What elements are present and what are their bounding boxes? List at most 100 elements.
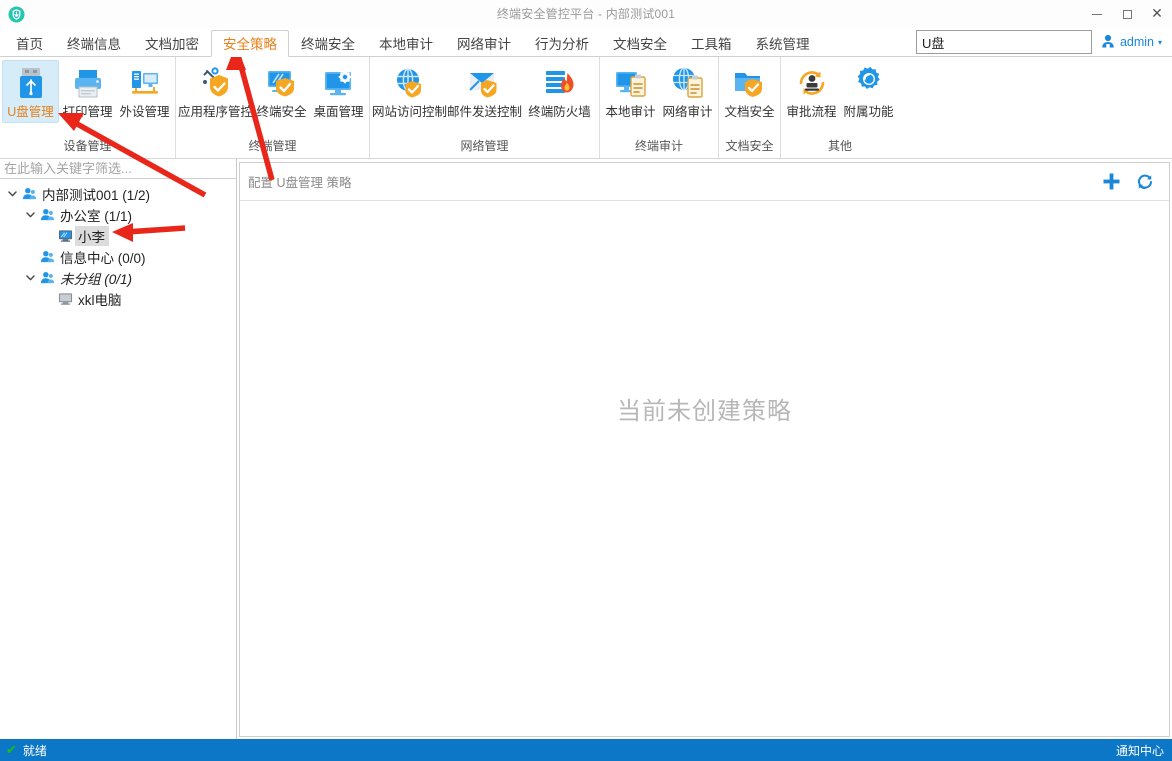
- org-tree-sidebar: 内部测试001 (1/2) 办公室 (1/1)小李信息中心 (0/0) 未分组 (0…: [0, 159, 237, 739]
- tree-node-label: 小李: [75, 225, 109, 246]
- ribbon-button-label: 桌面管理: [313, 105, 364, 119]
- tree-node-label: 内部测试001 (1/2): [42, 187, 151, 203]
- ribbon-button-printer[interactable]: 打印管理: [59, 60, 116, 123]
- website-access-control-icon: [391, 64, 429, 102]
- chevron-down-icon[interactable]: [22, 267, 38, 288]
- ribbon-button-label: 邮件发送控制: [447, 105, 523, 119]
- ribbon-group-label: 文档安全: [725, 139, 774, 154]
- admin-name-label: admin: [1119, 35, 1154, 49]
- menu-tab-3[interactable]: 安全策略: [211, 30, 289, 57]
- peripheral-device-icon: [126, 64, 164, 102]
- app-control-icon: [197, 64, 235, 102]
- ribbon-group-3: 本地审计 网络审计 终端审计: [599, 57, 718, 158]
- org-tree: 内部测试001 (1/2) 办公室 (1/1) 小李 信息中心 (0/0) 未分组 (0…: [0, 179, 236, 309]
- menu-tab-0[interactable]: 首页: [4, 30, 55, 57]
- tree-node[interactable]: 内部测试001 (1/2): [0, 183, 236, 204]
- ribbon-button-label: 审批流程: [786, 105, 837, 119]
- chevron-down-icon[interactable]: [4, 183, 20, 204]
- menubar-right-area: admin ▾: [915, 30, 1166, 54]
- notification-center-link[interactable]: 通知中心: [1116, 742, 1164, 759]
- menu-tab-7[interactable]: 行为分析: [523, 30, 601, 57]
- ribbon-group-items: 应用程序管控 终端安全 桌面管理: [176, 57, 369, 138]
- status-left: ✔ 就绪: [6, 742, 47, 759]
- approval-workflow-icon: [793, 64, 831, 102]
- ribbon-button-peripheral-device[interactable]: 外设管理: [116, 60, 173, 123]
- ribbon-button-extra-features[interactable]: 附属功能: [840, 60, 897, 123]
- search-input[interactable]: [915, 30, 1092, 54]
- chevron-down-icon[interactable]: [22, 204, 38, 225]
- extra-features-icon: [850, 64, 888, 102]
- ribbon-group-items: 网站访问控制 邮件发送控制 终端防火墙: [370, 57, 599, 138]
- ribbon-button-usb-drive[interactable]: U盘管理: [2, 60, 59, 123]
- title-bar: 终端安全管控平台 - 内部测试001 ✕: [0, 0, 1172, 28]
- empty-state: 当前未创建策略: [240, 201, 1169, 736]
- tree-node-label: 未分组 (0/1): [60, 271, 133, 287]
- ribbon-button-endpoint-security[interactable]: 终端安全: [253, 60, 310, 123]
- close-button[interactable]: ✕: [1142, 1, 1172, 27]
- ribbon-group-label: 终端审计: [634, 139, 683, 154]
- ribbon-button-mail-control[interactable]: 邮件发送控制: [447, 60, 522, 123]
- tree-node[interactable]: 信息中心 (0/0): [0, 246, 236, 267]
- tree-node[interactable]: 未分组 (0/1): [0, 267, 236, 288]
- maximize-button[interactable]: [1112, 1, 1142, 27]
- menu-tab-10[interactable]: 系统管理: [744, 30, 822, 57]
- ribbon-button-document-security[interactable]: 文档安全: [721, 60, 778, 123]
- document-security-icon: [731, 64, 769, 102]
- ribbon-toolbar: U盘管理 打印管理 外设管理 设备管理 应用程序管控 终端安全 桌面管理 终端管理 网站访问控制…: [0, 57, 1172, 159]
- ribbon-button-desktop-management[interactable]: 桌面管理: [310, 60, 367, 123]
- ribbon-button-local-audit[interactable]: 本地审计: [602, 60, 659, 123]
- chevron-down-icon: ▾: [1157, 37, 1162, 47]
- menu-tab-4[interactable]: 终端安全: [289, 30, 367, 57]
- ribbon-button-network-audit[interactable]: 网络审计: [659, 60, 716, 123]
- ribbon-group-items: 审批流程 附属功能: [781, 57, 899, 138]
- menu-tab-8[interactable]: 文档安全: [601, 30, 679, 57]
- ribbon-button-label: 网站访问控制: [372, 105, 448, 119]
- ribbon-group-items: U盘管理 打印管理 外设管理: [0, 57, 175, 138]
- ribbon-group-label: 设备管理: [63, 139, 112, 154]
- ribbon-button-app-control[interactable]: 应用程序管控: [178, 60, 253, 123]
- group-icon: [38, 204, 57, 225]
- ribbon-group-items: 文档安全: [719, 57, 780, 138]
- group-icon: [20, 183, 39, 204]
- tree-filter-input[interactable]: [0, 159, 236, 179]
- application-window: 终端安全管控平台 - 内部测试001 ✕ 首页 终端信息 文档加密 安全策略 终端安全本…: [0, 0, 1172, 761]
- tree-node[interactable]: 小李: [0, 225, 236, 246]
- mail-control-icon: [466, 64, 504, 102]
- menu-tab-9[interactable]: 工具箱: [679, 30, 744, 57]
- ribbon-button-label: 附属功能: [843, 105, 894, 119]
- ribbon-button-label: 网络审计: [662, 105, 713, 119]
- window-controls: ✕: [1082, 0, 1172, 28]
- ribbon-button-firewall[interactable]: 终端防火墙: [522, 60, 597, 123]
- menu-tab-6[interactable]: 网络审计: [445, 30, 523, 57]
- menu-tab-5[interactable]: 本地审计: [367, 30, 445, 57]
- user-avatar-icon: [1100, 33, 1116, 52]
- ribbon-group-items: 本地审计 网络审计: [600, 57, 718, 138]
- ribbon-button-website-access-control[interactable]: 网站访问控制: [372, 60, 447, 123]
- ribbon-button-approval-workflow[interactable]: 审批流程: [783, 60, 840, 123]
- ribbon-group-4: 文档安全 文档安全: [718, 57, 780, 158]
- ribbon-button-label: 应用程序管控: [178, 105, 254, 119]
- admin-menu[interactable]: admin ▾: [1100, 33, 1166, 52]
- status-text: 就绪: [22, 743, 47, 758]
- ribbon-button-label: U盘管理: [7, 105, 54, 119]
- ribbon-group-label: 其他: [827, 139, 852, 154]
- tree-node[interactable]: 办公室 (1/1): [0, 204, 236, 225]
- status-bar: ✔ 就绪 通知中心: [0, 739, 1172, 761]
- group-icon: [38, 267, 57, 288]
- plus-icon[interactable]: [1101, 172, 1121, 192]
- minimize-button[interactable]: [1082, 1, 1112, 27]
- refresh-icon[interactable]: [1135, 172, 1155, 192]
- menu-tab-1[interactable]: 终端信息: [55, 30, 133, 57]
- tree-node[interactable]: xkl电脑: [0, 288, 236, 309]
- ribbon-button-label: 本地审计: [605, 105, 656, 119]
- ribbon-group-label: 网络管理: [460, 139, 509, 154]
- menu-tab-2[interactable]: 文档加密: [133, 30, 211, 57]
- window-title: 终端安全管控平台 - 内部测试001: [496, 7, 676, 21]
- group-icon: [38, 246, 57, 267]
- empty-state-text: 当前未创建策略: [617, 398, 792, 425]
- firewall-icon: [541, 64, 579, 102]
- tree-node-label: xkl电脑: [78, 292, 122, 308]
